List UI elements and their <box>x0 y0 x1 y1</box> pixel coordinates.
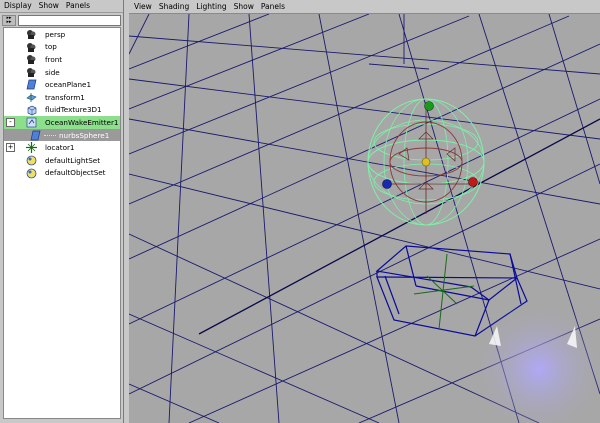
perspective-viewport[interactable]: View Shading Lighting Show Panels <box>129 0 600 423</box>
outliner-item-oceanplane1[interactable]: oceanPlane1 <box>4 78 120 91</box>
outliner-menubar: Display Show Panels <box>0 0 123 13</box>
menu-lighting[interactable]: Lighting <box>196 0 226 13</box>
camera-icon <box>26 42 37 53</box>
filter-toggle-button[interactable]: ▸▸ ▸▸ <box>2 14 16 26</box>
outliner-item-locator1[interactable]: + locator1 <box>4 141 120 154</box>
outliner-list[interactable]: persp top front side oceanPlane1 transfo… <box>3 27 121 419</box>
manipulator-z-handle[interactable] <box>382 179 392 189</box>
menu-shading[interactable]: Shading <box>159 0 189 13</box>
cube-icon <box>26 105 37 116</box>
emitter-icon <box>26 117 37 128</box>
filter-arrows-icon: ▸▸ ▸▸ <box>6 15 12 25</box>
outliner-item-persp[interactable]: persp <box>4 28 120 41</box>
manipulator-center-handle[interactable] <box>421 157 431 167</box>
viewport-scene[interactable] <box>129 14 600 423</box>
camera-icon <box>26 29 37 40</box>
collapse-toggle[interactable]: - <box>6 118 15 128</box>
outliner-item-front[interactable]: front <box>4 53 120 66</box>
outliner-item-fluidtexture3d1[interactable]: fluidTexture3D1 <box>4 104 120 117</box>
outliner-item-defaultlightset[interactable]: defaultLightSet <box>4 154 120 167</box>
set-icon <box>26 168 37 179</box>
camera-icon <box>26 54 37 65</box>
outliner-item-side[interactable]: side <box>4 66 120 79</box>
viewport-menubar: View Shading Lighting Show Panels <box>129 0 600 14</box>
outliner-item-top[interactable]: top <box>4 41 120 54</box>
menu-display[interactable]: Display <box>4 0 32 12</box>
expand-toggle[interactable]: + <box>6 143 15 153</box>
outliner-item-nurbssphere1[interactable]: nurbsSphere1 <box>4 128 120 142</box>
manipulator-x-handle[interactable] <box>468 177 478 187</box>
menu-panels[interactable]: Panels <box>261 0 285 13</box>
outliner-item-defaultobjectset[interactable]: defaultObjectSet <box>4 167 120 180</box>
menu-show[interactable]: Show <box>39 0 59 12</box>
outliner-item-transform1[interactable]: transform1 <box>4 91 120 104</box>
outliner-filter-input[interactable] <box>18 14 121 26</box>
locator-icon <box>26 142 37 154</box>
tree-connector <box>44 134 56 136</box>
outliner-item-oceanwakeemitter1[interactable]: - OceanWakeEmitter1 <box>4 116 120 129</box>
menu-panels[interactable]: Panels <box>66 0 90 12</box>
set-icon <box>26 155 37 166</box>
transform-icon <box>26 92 37 103</box>
plane-icon <box>26 79 37 90</box>
manipulator-y-handle[interactable] <box>424 101 434 111</box>
camera-icon <box>26 67 37 78</box>
outliner-panel: Display Show Panels ▸▸ ▸▸ persp top front <box>0 0 124 423</box>
menu-view[interactable]: View <box>134 0 152 13</box>
menu-show[interactable]: Show <box>234 0 254 13</box>
outliner-filter-row: ▸▸ ▸▸ <box>0 13 123 27</box>
nurbs-icon <box>30 130 41 141</box>
